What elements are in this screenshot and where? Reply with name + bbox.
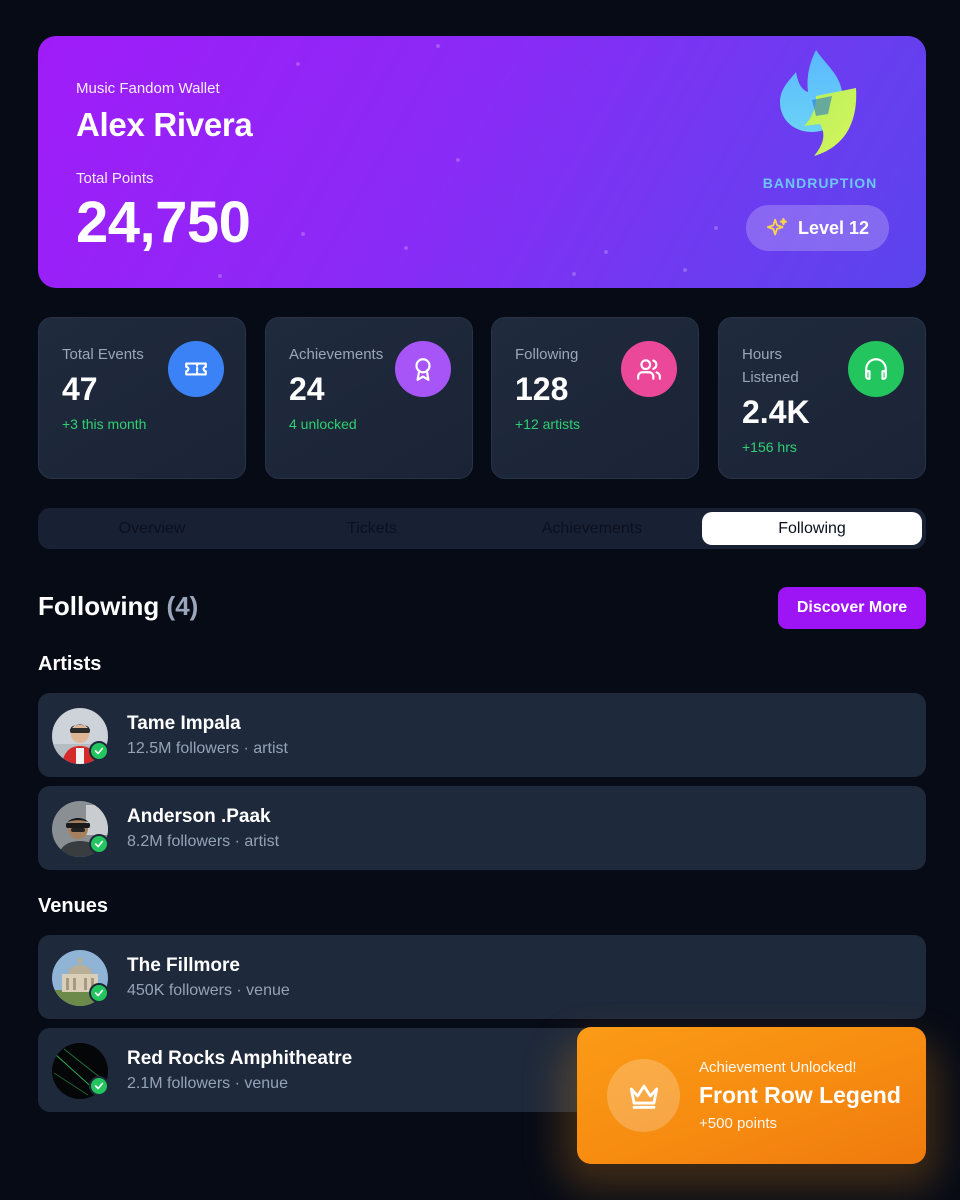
following-title: Following (4) (38, 591, 198, 622)
verified-check-icon (89, 983, 109, 1003)
following-count: (4) (166, 591, 199, 621)
crown-icon (607, 1059, 680, 1132)
award-icon (395, 341, 451, 397)
tab-overview[interactable]: Overview (42, 512, 262, 545)
venue-meta: 450K followers · venue (127, 982, 290, 999)
tab-achievements[interactable]: Achievements (482, 512, 702, 545)
verified-check-icon (89, 1076, 109, 1096)
toast-heading: Achievement Unlocked! (699, 1059, 857, 1076)
list-item-artist[interactable]: Anderson .Paak 8.2M followers · artist (38, 786, 926, 870)
stat-card-hours-listened[interactable]: Hours Listened 2.4K +156 hrs (718, 317, 926, 479)
users-icon (621, 341, 677, 397)
stat-value: 24 (289, 371, 325, 407)
stat-delta: +3 this month (62, 416, 147, 432)
achievement-toast[interactable]: Achievement Unlocked! Front Row Legend +… (577, 1027, 926, 1164)
artist-meta: 12.5M followers · artist (127, 740, 288, 757)
stat-delta: +12 artists (515, 416, 580, 432)
artist-name: Tame Impala (127, 713, 241, 734)
wallet-hero-card: Music Fandom Wallet Alex Rivera Total Po… (38, 36, 926, 288)
stat-label: Achievements (289, 346, 384, 363)
headphones-icon (848, 341, 904, 397)
stat-card-total-events[interactable]: Total Events 47 +3 this month (38, 317, 246, 479)
stat-card-achievements[interactable]: Achievements 24 4 unlocked (265, 317, 473, 479)
stat-label: Following (515, 346, 579, 363)
stat-value: 128 (515, 371, 569, 407)
stat-delta: 4 unlocked (289, 416, 357, 432)
toast-points: +500 points (699, 1115, 777, 1132)
stat-label: Total Events (62, 346, 144, 363)
venues-heading: Venues (38, 895, 109, 917)
venue-name: The Fillmore (127, 955, 240, 976)
list-item-venue[interactable]: The Fillmore 450K followers · venue (38, 935, 926, 1019)
verified-check-icon (89, 741, 109, 761)
stat-value: 47 (62, 371, 98, 407)
stat-card-following[interactable]: Following 128 +12 artists (491, 317, 699, 479)
user-name: Alex Rivera (76, 106, 253, 143)
following-title-text: Following (38, 591, 160, 621)
toast-title: Front Row Legend (699, 1082, 901, 1108)
verified-check-icon (89, 834, 109, 854)
brand-name: BANDRUPTION (762, 175, 878, 191)
bandruption-flame-logo (780, 50, 857, 156)
list-item-artist[interactable]: Tame Impala 12.5M followers · artist (38, 693, 926, 777)
artists-heading: Artists (38, 653, 102, 675)
stat-value: 2.4K (742, 394, 810, 430)
level-label: Level 12 (797, 217, 870, 238)
venue-name: Red Rocks Amphitheatre (127, 1048, 353, 1069)
sparkles-icon (766, 217, 788, 236)
stat-label: Hours Listened (742, 346, 799, 386)
level-badge[interactable]: Level 12 (746, 205, 889, 251)
artist-name: Anderson .Paak (127, 806, 271, 827)
tab-following[interactable]: Following (702, 512, 922, 545)
total-points-label: Total Points (76, 170, 154, 187)
wallet-subtitle: Music Fandom Wallet (76, 80, 220, 97)
tab-tickets[interactable]: Tickets (262, 512, 482, 545)
tab-bar: Overview Tickets Achievements Following (38, 508, 926, 549)
venue-meta: 2.1M followers · venue (127, 1075, 288, 1092)
ticket-icon (168, 341, 224, 397)
stat-delta: +156 hrs (742, 439, 797, 455)
total-points-value: 24,750 (76, 190, 251, 255)
artist-meta: 8.2M followers · artist (127, 833, 280, 850)
discover-more-button[interactable]: Discover More (778, 587, 926, 629)
